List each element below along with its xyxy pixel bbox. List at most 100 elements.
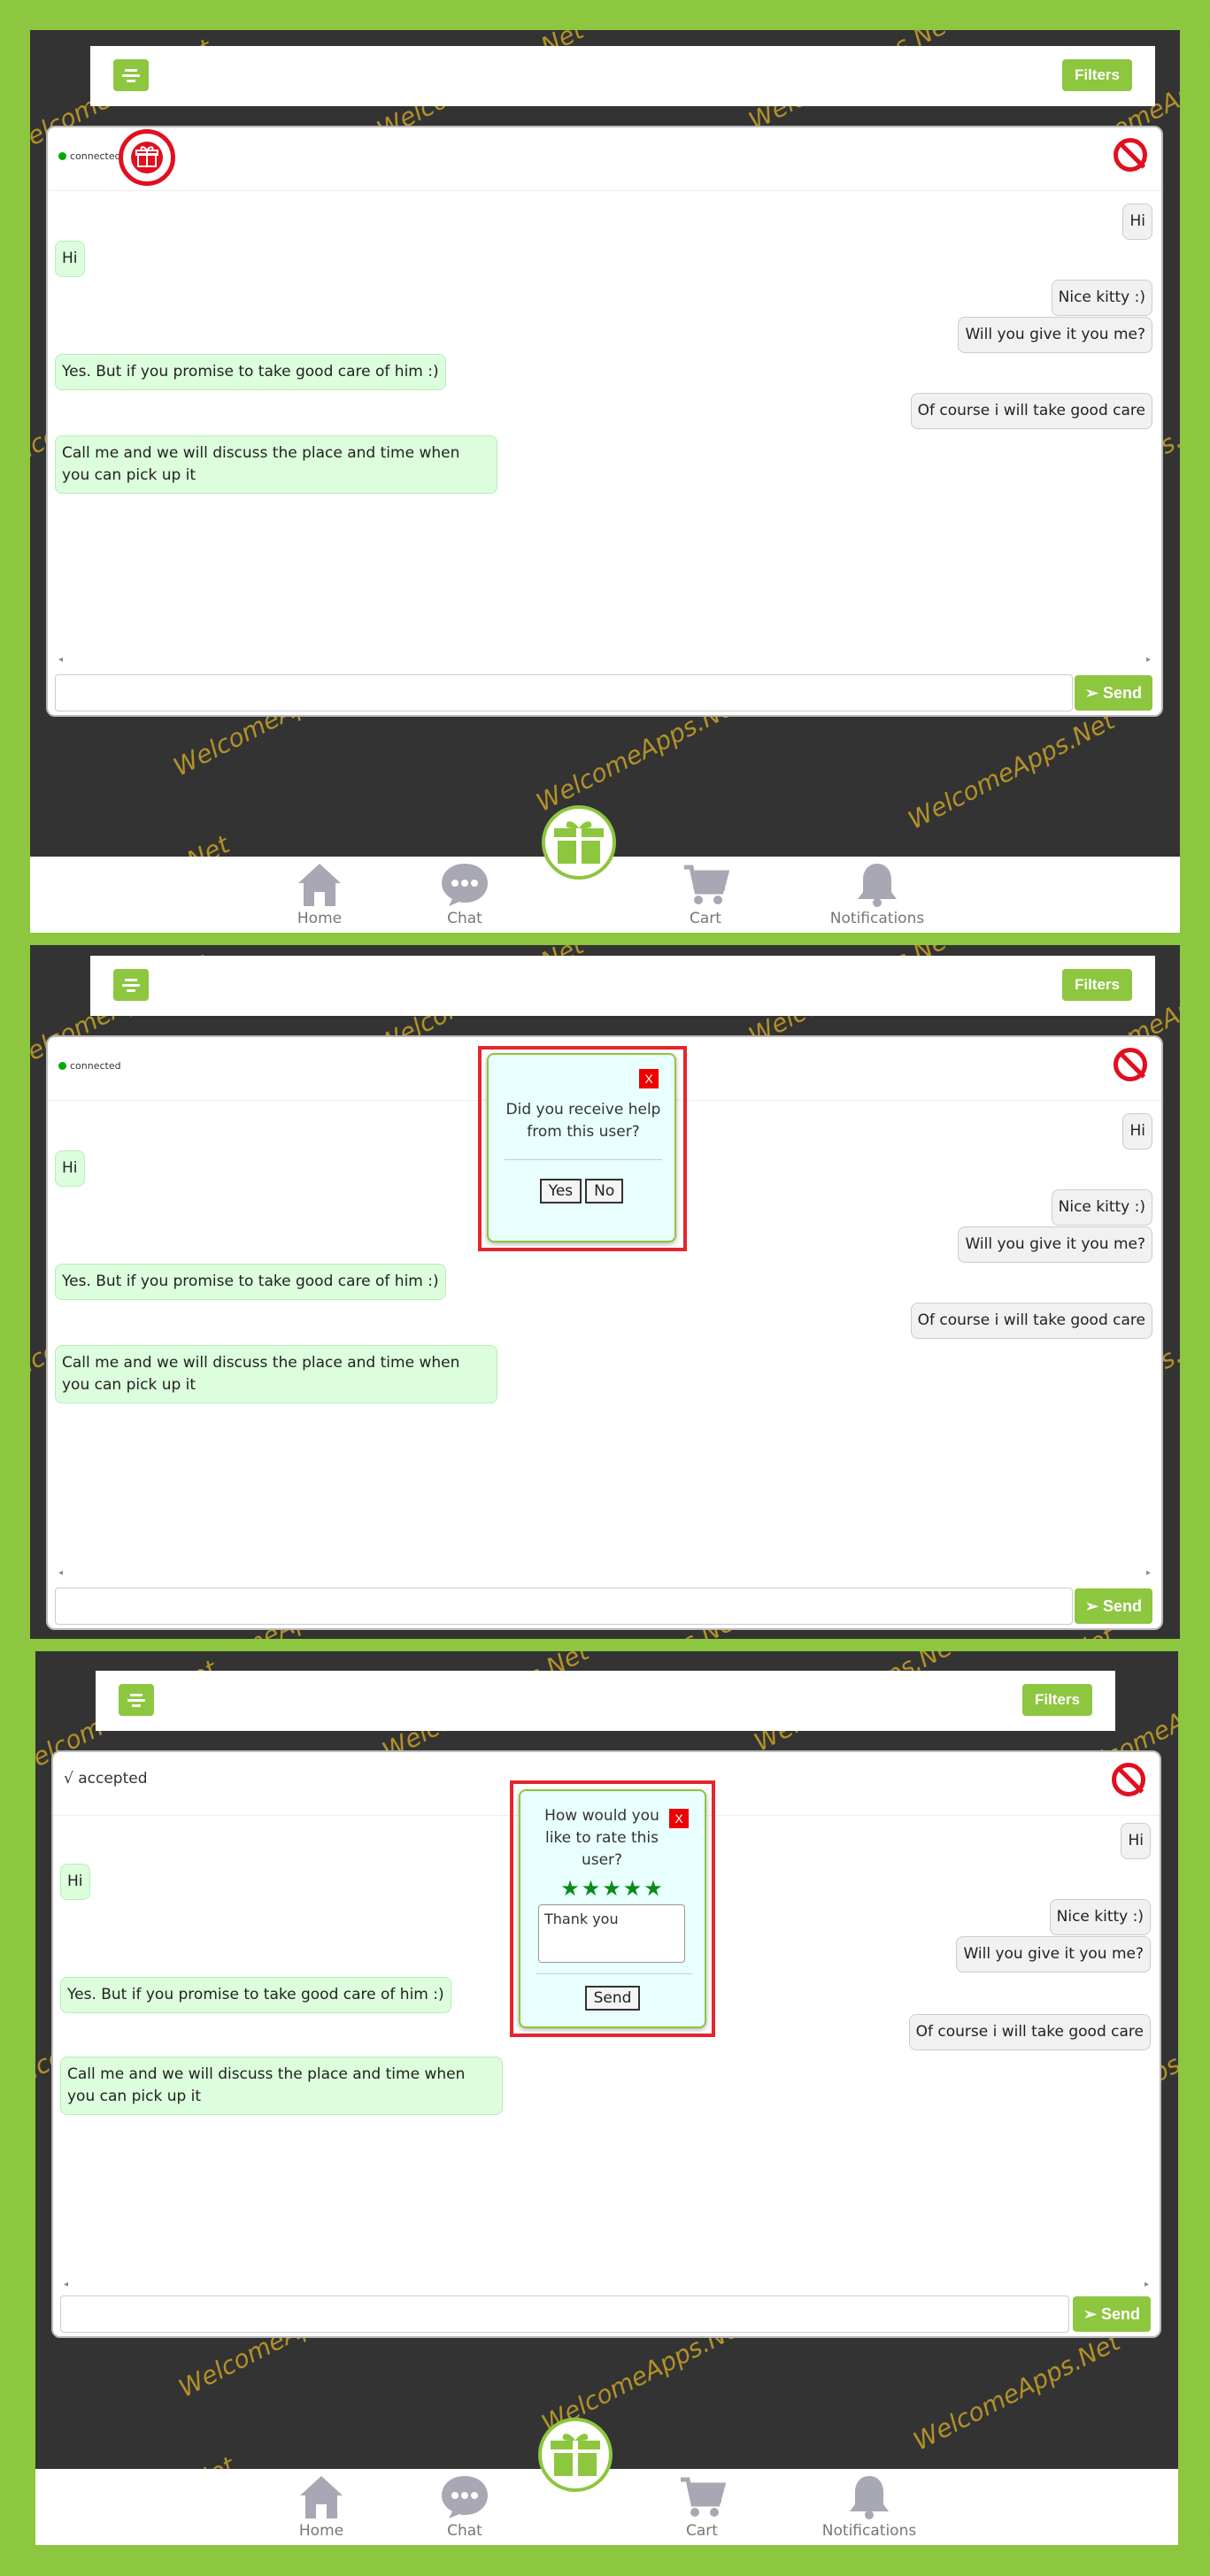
message-out: Will you give it you me?: [958, 317, 1152, 353]
nav-chat-label: Chat: [447, 2522, 482, 2540]
nav-notifications[interactable]: Notifications: [807, 2472, 931, 2540]
message-in: Yes. But if you promise to take good car…: [55, 354, 446, 390]
nav-cart[interactable]: Cart: [653, 2472, 751, 2540]
nav-home-label: Home: [298, 2522, 344, 2540]
cart-icon: [684, 865, 730, 904]
bell-icon: [858, 864, 897, 907]
scroll-left-icon[interactable]: ◂: [64, 2280, 68, 2289]
nav-chat[interactable]: Chat: [416, 860, 513, 927]
dialog-question: How would you like to rate this user?: [544, 1807, 659, 1869]
top-bar: Filters: [90, 46, 1155, 106]
send-label: Send: [1101, 2304, 1141, 2323]
message-out: Of course i will take good care: [910, 1303, 1152, 1339]
message-out: Hi: [1122, 1113, 1152, 1150]
filters-button[interactable]: Filters: [1061, 59, 1132, 91]
nav-chat[interactable]: Chat: [416, 2472, 513, 2540]
rating-send-button[interactable]: Send: [584, 1986, 641, 2011]
feedback-input[interactable]: [538, 1904, 685, 1963]
send-label: Send: [1103, 1596, 1143, 1615]
top-bar: Filters: [96, 1671, 1115, 1731]
message-out: Hi: [1121, 1823, 1151, 1859]
rating-dialog: X How would you like to rate this user? …: [519, 1789, 706, 2028]
gift-badge-icon[interactable]: [119, 129, 175, 186]
message-out: Hi: [1122, 204, 1152, 240]
message-input[interactable]: [55, 674, 1073, 711]
gift-icon: [554, 821, 604, 864]
nav-home[interactable]: Home: [273, 2472, 370, 2540]
send-button[interactable]: ➢ Send: [1075, 1588, 1152, 1624]
status-dot: [58, 1062, 66, 1070]
filters-button[interactable]: Filters: [1021, 1684, 1092, 1716]
home-icon: [300, 2476, 343, 2518]
message-out: Nice kitty :): [1051, 280, 1152, 316]
dialog-question: Did you receive help from this user?: [505, 1101, 661, 1141]
screen-3: WelcomeApps.Net WelcomeApps.Net WelcomeApp…: [35, 1651, 1178, 2545]
screenshot-frame: WelcomeApps.Net WelcomeApps.Net WelcomeApp…: [0, 0, 1210, 2576]
accepted-status: √ accepted: [64, 1770, 148, 1788]
message-input[interactable]: [55, 1588, 1073, 1625]
yes-button[interactable]: Yes: [539, 1179, 582, 1203]
message-out: Nice kitty :): [1049, 1899, 1151, 1935]
nav-home-label: Home: [297, 910, 343, 927]
nav-cart-label: Cart: [690, 910, 721, 927]
screen-1: WelcomeApps.Net WelcomeApps.Net WelcomeApp…: [30, 30, 1180, 933]
connection-status: connected: [58, 1060, 121, 1072]
nav-notifications[interactable]: Notifications: [815, 860, 939, 927]
no-button[interactable]: No: [585, 1179, 624, 1203]
screen-2: WelcomeApps.NetWelcomeApps.NetWelcomeApp…: [30, 945, 1180, 1639]
block-user-icon[interactable]: [1112, 1763, 1145, 1796]
send-button[interactable]: ➢ Send: [1073, 2296, 1151, 2332]
message-in: Call me and we will discuss the place an…: [60, 2057, 503, 2115]
nav-cart[interactable]: Cart: [657, 860, 754, 927]
nav-chat-label: Chat: [447, 910, 482, 927]
top-bar: Filters: [90, 956, 1155, 1016]
connection-status: connected: [58, 150, 121, 162]
scroll-left-icon[interactable]: ◂: [58, 1568, 63, 1578]
block-user-icon[interactable]: [1114, 1048, 1147, 1081]
gift-center-button[interactable]: [538, 2418, 613, 2492]
message-in: Hi: [55, 1150, 85, 1187]
bell-icon: [850, 2476, 889, 2519]
message-out: Of course i will take good care: [908, 2014, 1151, 2050]
gift-icon: [551, 2434, 600, 2476]
home-icon: [298, 864, 341, 906]
message-in: Call me and we will discuss the place an…: [55, 1345, 497, 1403]
star-rating[interactable]: ★★★★★: [520, 1876, 705, 1901]
chat-icon: [442, 864, 488, 906]
chat-header: connected: [48, 127, 1161, 191]
message-out: Nice kitty :): [1051, 1189, 1152, 1226]
message-out: Will you give it you me?: [956, 1936, 1151, 1972]
close-dialog-button[interactable]: X: [669, 1809, 689, 1828]
bottom-nav: Home Chat Cart Notifications: [35, 2469, 1178, 2545]
filters-button[interactable]: Filters: [1061, 969, 1132, 1001]
message-in: Yes. But if you promise to take good car…: [55, 1264, 446, 1300]
status-text: connected: [70, 150, 121, 162]
scroll-right-icon[interactable]: ▸: [1144, 2280, 1149, 2289]
scroll-right-icon[interactable]: ▸: [1146, 1568, 1151, 1578]
message-input[interactable]: [60, 2295, 1069, 2333]
scroll-left-icon[interactable]: ◂: [58, 655, 63, 665]
status-text: connected: [70, 1060, 121, 1072]
gift-center-button[interactable]: [542, 805, 616, 880]
chat-box: connected Hi Hi Nice kitty :) Will you g…: [46, 126, 1163, 717]
status-dot: [58, 152, 66, 160]
chat-icon: [442, 2476, 488, 2518]
menu-button[interactable]: [113, 969, 149, 1001]
block-user-icon[interactable]: [1114, 138, 1147, 172]
watermark-text: WelcomeApps.Net: [908, 2326, 1125, 2457]
help-dialog: X Did you receive help from this user? Y…: [487, 1053, 676, 1242]
menu-button[interactable]: [119, 1684, 154, 1716]
message-out: Of course i will take good care: [910, 393, 1152, 429]
cart-icon: [681, 2477, 727, 2517]
scroll-right-icon[interactable]: ▸: [1146, 655, 1151, 665]
nav-home[interactable]: Home: [271, 860, 368, 927]
message-in: Hi: [60, 1864, 90, 1900]
close-dialog-button[interactable]: X: [639, 1069, 659, 1088]
message-in: Hi: [55, 241, 85, 277]
menu-button[interactable]: [113, 59, 149, 91]
watermark-text: WelcomeApps.Net: [903, 705, 1120, 835]
message-out: Will you give it you me?: [958, 1226, 1152, 1263]
nav-notifications-label: Notifications: [821, 2522, 917, 2540]
send-button[interactable]: ➢ Send: [1075, 675, 1152, 711]
send-label: Send: [1103, 683, 1143, 702]
